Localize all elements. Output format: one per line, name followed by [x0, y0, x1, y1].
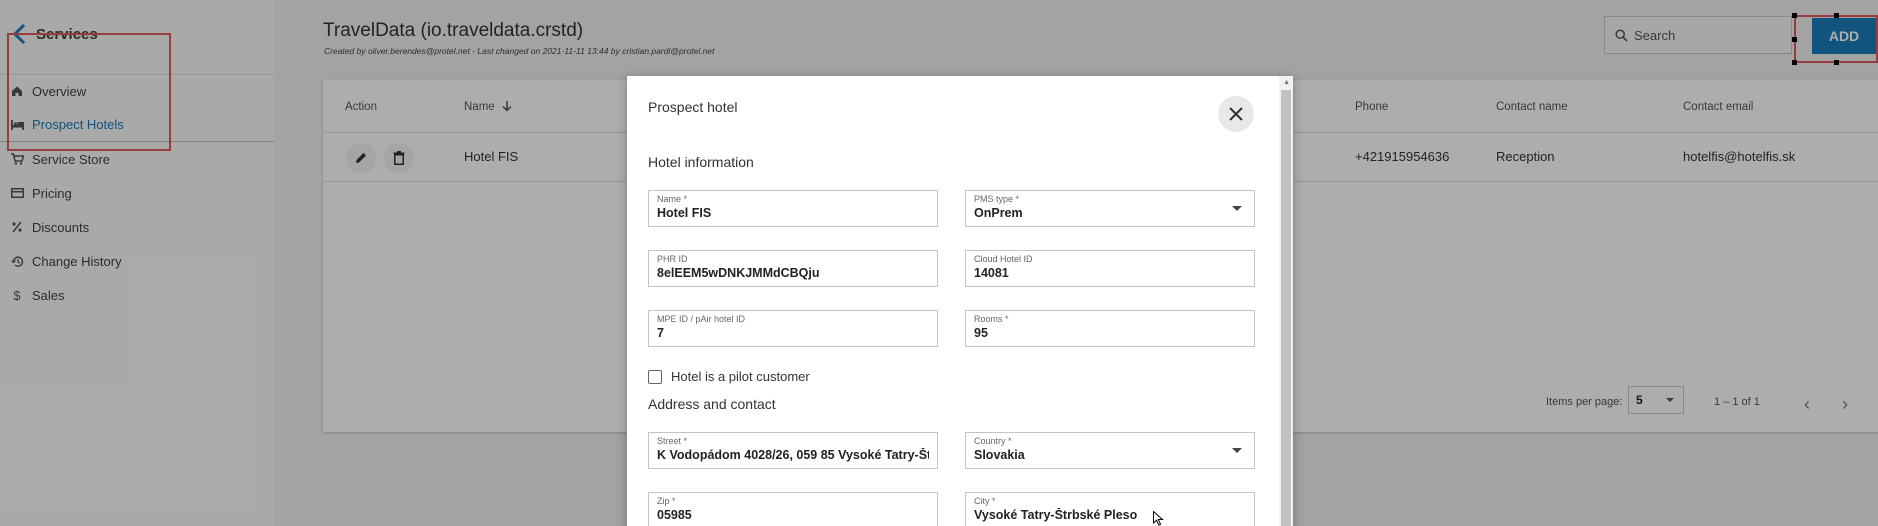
field-label: MPE ID / pAir hotel ID	[657, 314, 746, 324]
street-field[interactable]: Street * K Vodopádom 4028/26, 059 85 Vys…	[648, 432, 938, 469]
chevron-down-icon	[1232, 448, 1242, 453]
field-label: PHR ID	[657, 254, 688, 264]
field-value: Slovakia	[974, 448, 1025, 462]
close-button[interactable]	[1218, 96, 1254, 132]
field-value: 95	[974, 326, 988, 340]
pilot-customer-checkbox[interactable]	[648, 369, 662, 384]
city-field[interactable]: City * Vysoké Tatry-Štrbské Pleso	[965, 492, 1255, 526]
prospect-hotel-dialog: Prospect hotel Hotel information Name * …	[627, 76, 1293, 526]
pms-type-select[interactable]: PMS type * OnPrem	[965, 190, 1255, 227]
field-value: OnPrem	[974, 206, 1023, 220]
field-value: Hotel FIS	[657, 206, 712, 220]
section-address-contact: Address and contact	[648, 396, 776, 412]
pilot-customer-label: Hotel is a pilot customer	[671, 369, 810, 384]
field-value: K Vodopádom 4028/26, 059 85 Vysoké Tatry…	[657, 448, 929, 462]
mouse-cursor-icon	[1153, 511, 1164, 526]
field-value: 7	[657, 326, 664, 340]
field-value: 05985	[657, 508, 692, 522]
phr-id-field[interactable]: PHR ID 8elEEM5wDNKJMMdCBQju	[648, 250, 938, 287]
field-label: Cloud Hotel ID	[974, 254, 1033, 264]
scroll-up-icon[interactable]: ▲	[1283, 79, 1290, 86]
scrollbar-thumb[interactable]	[1281, 90, 1291, 526]
rooms-field[interactable]: Rooms * 95	[965, 310, 1255, 347]
mpe-id-field[interactable]: MPE ID / pAir hotel ID 7	[648, 310, 938, 347]
field-label: Zip *	[657, 496, 676, 506]
field-label: Street *	[657, 436, 688, 446]
chevron-down-icon	[1232, 206, 1242, 211]
field-value: Vysoké Tatry-Štrbské Pleso	[974, 508, 1138, 522]
field-label: Name *	[657, 194, 688, 204]
zip-field[interactable]: Zip * 05985	[648, 492, 938, 526]
close-icon	[1229, 107, 1243, 121]
field-value: 14081	[974, 266, 1009, 280]
section-hotel-information: Hotel information	[648, 154, 754, 170]
field-label: Rooms *	[974, 314, 1009, 324]
country-select[interactable]: Country * Slovakia	[965, 432, 1255, 469]
name-field[interactable]: Name * Hotel FIS	[648, 190, 938, 227]
cloud-hotel-id-field[interactable]: Cloud Hotel ID 14081	[965, 250, 1255, 287]
pilot-customer-checkbox-row[interactable]: Hotel is a pilot customer	[648, 369, 810, 384]
field-label: Country *	[974, 436, 1012, 446]
field-label: PMS type *	[974, 194, 1020, 204]
dialog-title: Prospect hotel	[648, 99, 738, 115]
field-value: 8elEEM5wDNKJMMdCBQju	[657, 266, 820, 280]
dialog-scrollbar[interactable]: ▲	[1279, 76, 1293, 526]
field-label: City *	[974, 496, 996, 506]
